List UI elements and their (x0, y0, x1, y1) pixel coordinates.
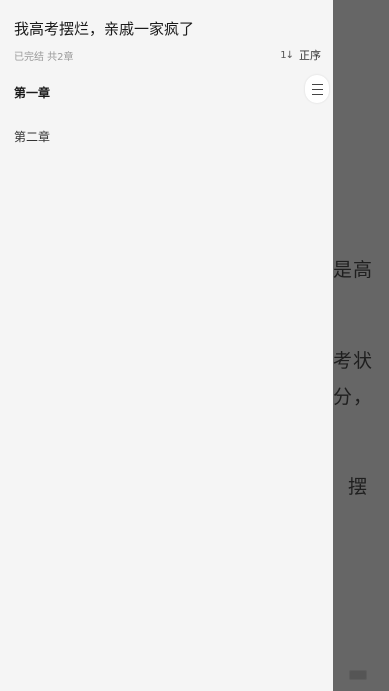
book-title: 我高考摆烂，亲戚一家疯了 (14, 20, 195, 38)
sort-order-toggle[interactable]: 1↓ 正序 (280, 47, 321, 63)
menu-line (311, 88, 323, 90)
reader-text-line: 考状 (333, 350, 374, 372)
reader-text-line: 是高 (333, 259, 374, 281)
menu-line (311, 83, 323, 85)
chapter-label: 第一章 (14, 85, 51, 100)
reader-text-line: 摆 (348, 476, 369, 498)
chapter-item-2[interactable]: 第二章 (0, 114, 333, 158)
reader-text-line: 分， (333, 386, 374, 408)
chapter-label: 第二章 (14, 129, 51, 144)
sort-arrows-icon: 1↓ (280, 49, 294, 61)
chapter-item-1[interactable]: 第一章 (0, 70, 333, 114)
catalog-drawer: 我高考摆烂，亲戚一家疯了 已完结 共2章 1↓ 正序 第一章 第二章 (0, 0, 333, 691)
battery-icon (349, 670, 367, 680)
menu-lines-icon[interactable] (305, 75, 329, 103)
book-status-meta: 已完结 共2章 (14, 52, 74, 63)
chapter-list: 第一章 第二章 (0, 70, 333, 158)
sort-order-label: 正序 (299, 49, 321, 62)
menu-line (311, 93, 323, 95)
reader-screen: 是高 考状 分， 摆 我高考摆烂，亲戚一家疯了 已完结 共2章 1↓ 正序 第一… (0, 0, 389, 691)
